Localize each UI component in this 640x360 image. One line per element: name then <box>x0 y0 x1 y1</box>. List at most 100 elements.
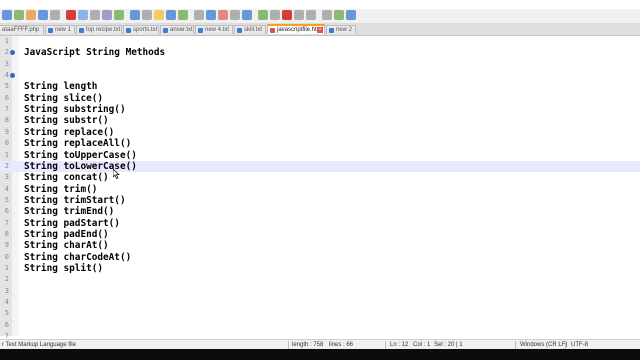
line-number: 3 <box>4 59 9 68</box>
toolbar-button-icon[interactable] <box>322 10 332 20</box>
tab-3[interactable]: sports.txt <box>123 25 159 34</box>
tab-0[interactable]: ataaFFFF.php <box>0 25 44 34</box>
toolbar-button-icon[interactable] <box>14 10 24 20</box>
line-number: 1 <box>4 264 9 272</box>
toolbar-button-icon[interactable] <box>26 10 36 20</box>
toolbar-button-icon[interactable] <box>294 10 304 20</box>
bookmark-marker-icon[interactable] <box>10 73 15 79</box>
tab-close-icon[interactable]: × <box>317 27 323 33</box>
toolbar-button-icon[interactable] <box>102 10 112 20</box>
tab-label: new 4.txt <box>205 27 230 33</box>
tab-4[interactable]: anser.txt <box>160 25 194 34</box>
toolbar-button-icon[interactable] <box>178 10 188 20</box>
editor-line[interactable]: 1 String split() <box>0 263 640 274</box>
line-number: 3 <box>4 286 9 295</box>
tab-7[interactable]: javascriptfile.html × <box>267 24 325 34</box>
file-icon <box>48 28 53 33</box>
editor-line[interactable]: 4 <box>0 70 640 81</box>
line-number: 9 <box>4 241 9 250</box>
line-number: 4 <box>4 298 9 307</box>
tab-1[interactable]: new 1 <box>45 25 75 34</box>
code-text: String trim() <box>24 183 98 195</box>
editor-line[interactable]: 8 String padEnd() <box>0 229 640 240</box>
toolbar-button-icon[interactable] <box>334 10 344 20</box>
file-icon <box>163 28 168 33</box>
toolbar-button-icon[interactable] <box>270 10 280 20</box>
tab-2[interactable]: top recipe.txt <box>76 25 122 34</box>
editor-area[interactable]: 1 2 JavaScript String Methods 3 4 5 String len… <box>0 36 640 340</box>
editor-line[interactable]: 8 String substr() <box>0 115 640 126</box>
toolbar-button-icon[interactable] <box>2 10 12 20</box>
mouse-cursor-icon <box>113 169 120 179</box>
line-number: 7 <box>4 218 9 227</box>
editor-line[interactable]: 6 <box>0 320 640 331</box>
toolbar-button-icon[interactable] <box>166 10 176 20</box>
toolbar-button-icon[interactable] <box>242 10 252 20</box>
toolbar-button-icon[interactable] <box>194 10 204 20</box>
line-number: 5 <box>4 195 9 204</box>
editor-line[interactable]: 2 String toLowerCase() <box>0 160 640 172</box>
toolbar-button-icon[interactable] <box>154 10 164 20</box>
tab-label: new 1 <box>55 27 72 33</box>
tab-label: anser.txt <box>170 27 193 33</box>
toolbar-button-icon[interactable] <box>306 10 316 20</box>
tab-6[interactable]: skill.txt <box>234 25 266 34</box>
editor-line[interactable]: 0 String replaceAll() <box>0 138 640 149</box>
status-sel: Sel : 20 | 1 <box>434 342 463 348</box>
editor-line[interactable]: 3 String concat() <box>0 172 640 183</box>
toolbar-button-icon[interactable] <box>258 10 268 20</box>
editor-line[interactable]: 6 String slice() <box>0 93 640 104</box>
editor-line[interactable]: 1 <box>0 36 640 47</box>
bookmark-marker-icon[interactable] <box>10 50 15 56</box>
tab-8[interactable]: new 2 <box>326 25 356 34</box>
toolbar-button-icon[interactable] <box>130 10 140 20</box>
tab-label: ataaFFFF.php <box>2 27 40 33</box>
line-number: 4 <box>4 184 9 193</box>
editor-line[interactable]: 6 String trimEnd() <box>0 206 640 217</box>
status-ln: Ln : 12 <box>390 342 409 348</box>
editor-line[interactable]: 5 String length <box>0 81 640 92</box>
file-icon <box>329 28 334 33</box>
editor-line[interactable]: 9 String charAt() <box>0 240 640 251</box>
editor-line[interactable]: 2 JavaScript String Methods <box>0 47 640 58</box>
editor-line[interactable]: 3 <box>0 286 640 297</box>
editor-line[interactable]: 4 <box>0 297 640 308</box>
code-text: String length <box>24 81 98 93</box>
editor-line[interactable]: 3 <box>0 59 640 70</box>
file-icon <box>126 28 131 33</box>
code-text: String replace() <box>24 126 115 138</box>
line-number: 9 <box>4 127 9 136</box>
toolbar-button-icon[interactable] <box>38 10 48 20</box>
editor-line[interactable]: 5 String trimStart() <box>0 195 640 206</box>
line-number: 2 <box>4 161 9 170</box>
code-text: String slice() <box>24 92 104 104</box>
toolbar-button-icon[interactable] <box>282 10 292 20</box>
editor-line[interactable]: 1 String toUpperCase() <box>0 150 640 161</box>
editor-line[interactable]: 9 String replace() <box>0 127 640 138</box>
editor-line[interactable]: 7 String substring() <box>0 104 640 115</box>
editor-line[interactable]: 7 String padStart() <box>0 218 640 229</box>
toolbar-button-icon[interactable] <box>206 10 216 20</box>
editor-line[interactable]: 4 String trim() <box>0 184 640 195</box>
tab-label: top recipe.txt <box>86 27 121 33</box>
code-text: String substr() <box>24 115 109 127</box>
code-text: String substring() <box>24 104 126 116</box>
toolbar-button-icon[interactable] <box>90 10 100 20</box>
editor-line[interactable]: 0 String charCodeAt() <box>0 252 640 263</box>
line-number: 7 <box>4 105 9 114</box>
line-number: 6 <box>4 320 9 329</box>
line-number: 1 <box>4 150 9 159</box>
editor-line[interactable]: 5 <box>0 308 640 319</box>
toolbar-button-icon[interactable] <box>346 10 356 20</box>
toolbar-button-icon[interactable] <box>66 10 76 20</box>
tab-5[interactable]: new 4.txt <box>195 25 233 34</box>
toolbar-button-icon[interactable] <box>230 10 240 20</box>
code-text: String split() <box>24 263 104 274</box>
toolbar-button-icon[interactable] <box>142 10 152 20</box>
toolbar-button-icon[interactable] <box>114 10 124 20</box>
toolbar-button-icon[interactable] <box>78 10 88 20</box>
editor-line[interactable]: 2 <box>0 274 640 285</box>
toolbar-button-icon[interactable] <box>50 10 60 20</box>
toolbar-button-icon[interactable] <box>218 10 228 20</box>
status-bar: r Text Markup Language file length : 758… <box>0 339 640 349</box>
